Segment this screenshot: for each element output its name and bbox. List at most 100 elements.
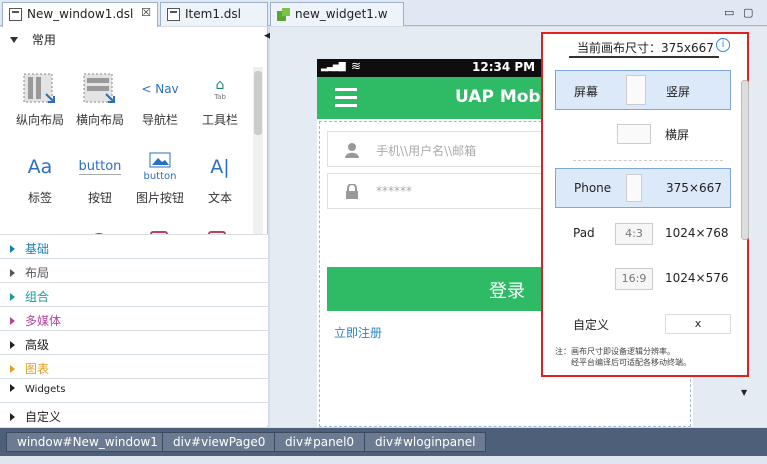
note-line-2: 经平台编译后可适配各移动终端。 [571, 358, 691, 367]
phone-device-icon [626, 174, 642, 202]
username-placeholder: 手机\\用户名\\邮箱 [376, 144, 477, 158]
custom-size-input[interactable]: x [665, 314, 731, 334]
editor-tab-bar: New_window1.dsl ☒ Item1.dsl new_widget1.… [0, 0, 767, 27]
palette-item-vertical-layout[interactable]: 纵向布局 [10, 69, 70, 128]
category-composite[interactable]: 组合 [0, 282, 268, 306]
register-link[interactable]: 立即注册 [334, 324, 382, 341]
button-icon: button [78, 159, 122, 175]
expand-arrow-icon [10, 413, 15, 421]
category-label: 自定义 [25, 410, 62, 424]
palette-item-button[interactable]: button 按钮 [70, 147, 130, 206]
category-custom[interactable]: 自定义 [0, 402, 268, 426]
palette-item-label-widget[interactable]: Aa 标签 [10, 147, 70, 206]
text-icon: A| [210, 156, 230, 178]
canvas-vertical-scrollbar[interactable]: ▼ [739, 60, 751, 405]
canvas-size-title: 当前画布尺寸：375x667 [577, 41, 714, 55]
custom-label: 自定义 [573, 318, 610, 332]
palette-scrollbar[interactable] [253, 67, 263, 253]
category-layout[interactable]: 布局 [0, 258, 268, 282]
scrollbar-thumb[interactable] [254, 71, 262, 135]
scrollbar-thumb[interactable] [741, 80, 749, 240]
pad-ratio-16-9: 16:9 [615, 268, 653, 290]
password-placeholder: ****** [376, 184, 412, 198]
navbar-icon-text: Nav [155, 82, 179, 96]
landscape-option[interactable]: 横屏 [555, 114, 731, 154]
pad-size-1024x576: 1024×576 [665, 271, 729, 285]
expand-arrow-icon [10, 317, 15, 325]
bottom-strip [0, 456, 767, 464]
expand-arrow-icon [10, 365, 15, 373]
scroll-down-arrow-icon[interactable]: ▼ [741, 388, 747, 397]
expand-arrow-icon [10, 293, 15, 301]
palette-item-toolbar[interactable]: ⌂ Tab 工具栏 [190, 69, 250, 128]
breadcrumb-item-loginpanel[interactable]: div#wloginpanel [364, 432, 487, 452]
palette-item-label: 纵向布局 [15, 113, 64, 127]
screen-label: 屏幕 [574, 85, 599, 99]
landscape-label: 横屏 [665, 128, 690, 142]
palette-item-navbar[interactable]: < Nav 导航栏 [130, 69, 190, 128]
portrait-label: 竖屏 [666, 85, 691, 99]
palette-item-image-button[interactable]: button 图片按钮 [130, 147, 190, 206]
component-palette: 常用 纵向布局 横向布局 < Nav 导航栏 ⌂ Tab 工具栏 Aa 标签 b… [0, 27, 271, 427]
toolbar-icon-text: Tab [214, 93, 226, 101]
close-tab-icon[interactable]: ☒ [141, 6, 151, 19]
user-icon [345, 143, 359, 158]
status-time: 12:34 PM [472, 60, 536, 74]
canvas-size-panel: 当前画布尺寸：375x667 i 屏幕 竖屏 横屏 Phone 375×667 … [541, 32, 749, 377]
dsl-file-icon [167, 8, 180, 21]
phone-size: 375×667 [666, 181, 722, 195]
category-label: Widgets [25, 384, 66, 395]
expand-arrow-icon [10, 384, 15, 392]
palette-item-horizontal-layout[interactable]: 横向布局 [70, 69, 130, 128]
landscape-orientation-icon [617, 124, 651, 144]
pad-4-3-option[interactable]: Pad 4:3 1024×768 [555, 214, 731, 254]
palette-section-title: 常用 [31, 33, 56, 47]
category-charts[interactable]: 图表 [0, 354, 268, 378]
category-basic[interactable]: 基础 [0, 234, 268, 258]
palette-section-header[interactable]: 常用 [0, 27, 268, 49]
info-icon[interactable]: i [716, 38, 730, 52]
image-icon [149, 152, 171, 168]
expand-arrow-icon [10, 269, 15, 277]
horizontal-layout-icon [83, 73, 115, 103]
palette-item-label: 文本 [207, 191, 232, 205]
palette-item-label: 标签 [27, 191, 52, 205]
category-widgets[interactable]: Widgets [0, 378, 268, 402]
palette-categories: 基础 布局 组合 多媒体 高级 图表 Widgets 自定义 [0, 234, 268, 426]
breadcrumb-item-window[interactable]: window#New_window1 [6, 432, 169, 452]
title-underline [569, 56, 719, 58]
pad-size-1024x768: 1024×768 [665, 226, 729, 240]
tab-item1[interactable]: Item1.dsl [160, 2, 268, 26]
breadcrumb-item-panel[interactable]: div#panel0 [274, 432, 366, 452]
toolbar-icon: ⌂ Tab [214, 77, 226, 101]
category-label: 高级 [25, 338, 50, 352]
category-multimedia[interactable]: 多媒体 [0, 306, 268, 330]
custom-size-option[interactable]: 自定义 x [555, 304, 731, 344]
wifi-icon: ≋ [351, 59, 362, 73]
category-label: 多媒体 [25, 314, 62, 328]
palette-item-text[interactable]: A| 文本 [190, 147, 250, 206]
image-button-icon-text: button [143, 171, 177, 182]
category-advanced[interactable]: 高级 [0, 330, 268, 354]
menu-icon[interactable] [335, 88, 357, 112]
maximize-icon[interactable]: ▢ [743, 6, 753, 19]
breadcrumb-item-viewpage[interactable]: div#viewPage0 [162, 432, 277, 452]
tab-new-window1[interactable]: New_window1.dsl ☒ [2, 2, 158, 27]
breadcrumb: window#New_window1 div#viewPage0 div#pan… [0, 428, 767, 456]
tab-new-widget1[interactable]: new_widget1.w [270, 2, 404, 26]
portrait-orientation-icon [626, 75, 646, 105]
collapse-arrow-icon [10, 37, 18, 43]
category-label: 布局 [25, 266, 50, 280]
minimize-icon[interactable]: ▭ [724, 6, 734, 19]
phone-size-option[interactable]: Phone 375×667 [555, 168, 731, 208]
canvas-size-note: 注：画布尺寸即设备逻辑分辨率。 经平台编译后可适配各移动终端。 [555, 346, 735, 368]
tab-label: New_window1.dsl [27, 7, 134, 21]
category-label: 组合 [25, 290, 50, 304]
portrait-option[interactable]: 屏幕 竖屏 [555, 70, 731, 110]
signal-icon: ▂▃▅▇ [321, 62, 346, 72]
widget-puzzle-icon [277, 8, 290, 21]
palette-item-label: 按钮 [87, 191, 112, 205]
tab-label: new_widget1.w [295, 7, 388, 21]
palette-grid: 纵向布局 横向布局 < Nav 导航栏 ⌂ Tab 工具栏 Aa 标签 butt… [0, 49, 250, 257]
pad-16-9-option[interactable]: 16:9 1024×576 [555, 259, 731, 299]
